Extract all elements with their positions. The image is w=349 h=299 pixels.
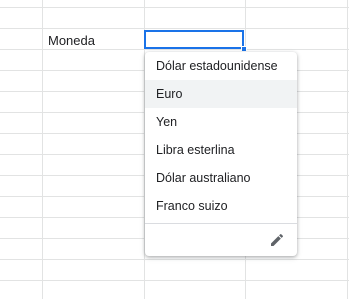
option-libra-esterlina[interactable]: Libra esterlina bbox=[145, 136, 297, 164]
option-franco-suizo[interactable]: Franco suizo bbox=[145, 192, 297, 220]
active-cell-dropdown[interactable] bbox=[144, 30, 244, 49]
edit-dropdown-button[interactable] bbox=[265, 230, 289, 254]
option-euro[interactable]: Euro bbox=[145, 80, 297, 108]
pencil-icon bbox=[269, 232, 285, 253]
option-dolar-australiano[interactable]: Dólar australiano bbox=[145, 164, 297, 192]
grid-row-line bbox=[0, 49, 349, 50]
grid-column-line bbox=[42, 0, 43, 299]
dropdown-divider bbox=[145, 223, 297, 224]
option-dolar-estadounidense[interactable]: Dólar estadounidense bbox=[145, 52, 297, 80]
currency-dropdown-menu: Dólar estadounidense Euro Yen Libra este… bbox=[145, 52, 297, 256]
currency-label-cell[interactable]: Moneda bbox=[48, 33, 95, 48]
grid-row-line bbox=[0, 280, 349, 281]
grid-column-line bbox=[347, 0, 348, 299]
grid-row-line bbox=[0, 28, 349, 29]
grid-row-line bbox=[0, 7, 349, 8]
option-yen[interactable]: Yen bbox=[145, 108, 297, 136]
grid-row-line bbox=[0, 259, 349, 260]
